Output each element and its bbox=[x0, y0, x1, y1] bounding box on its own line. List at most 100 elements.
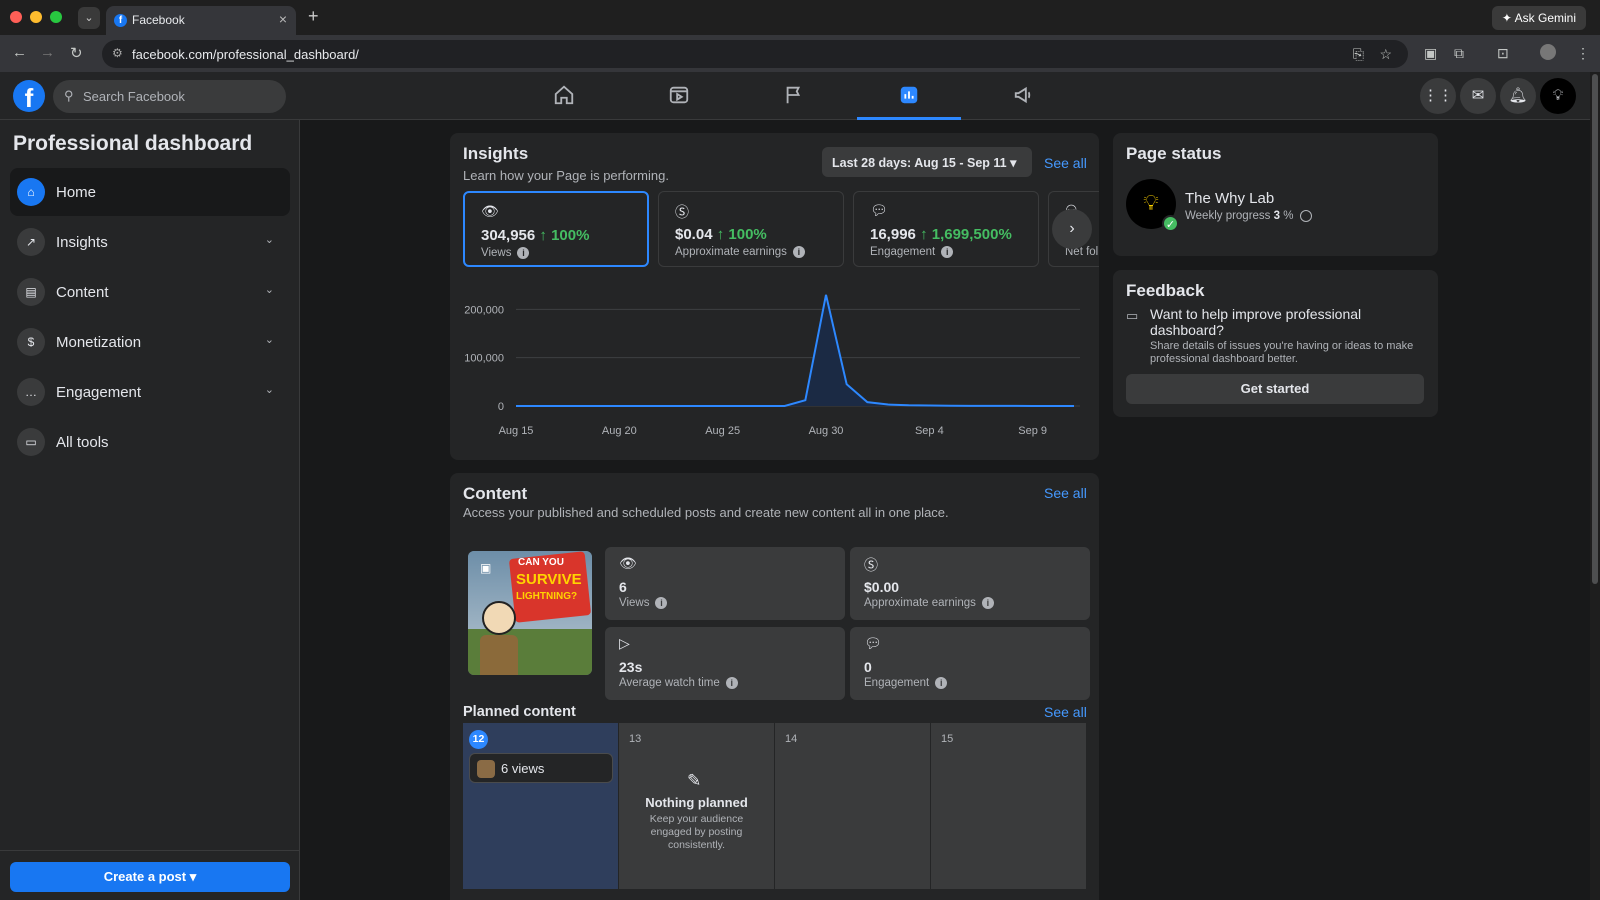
back-icon[interactable]: ← bbox=[12, 44, 27, 61]
post-thumbnail-icon bbox=[477, 760, 495, 778]
content-engagement-tile: 💬︎ 0 Engagement i bbox=[850, 627, 1090, 700]
info-icon[interactable]: i bbox=[725, 677, 738, 689]
weekly-progress-label: Weekly progress bbox=[1185, 210, 1271, 223]
close-window-button[interactable] bbox=[10, 11, 22, 23]
page-status-card: Page status 💡︎ ✓ The Why Lab Weekly prog… bbox=[1113, 133, 1438, 256]
chevron-down-icon: ⌄ bbox=[264, 234, 274, 246]
page-scrollbar-thumb[interactable] bbox=[1592, 74, 1598, 584]
feedback-card: Feedback ▭ Want to help improve professi… bbox=[1113, 270, 1438, 417]
install-app-icon[interactable]: ⎘ bbox=[1353, 46, 1364, 63]
metric-engagement-card[interactable]: 💬︎ 16,996 ↑ 1,699,500% Engagement i bbox=[853, 191, 1039, 267]
thumbnail-text: LIGHTNING? bbox=[516, 591, 578, 602]
ask-gemini-button[interactable]: ✦ Ask Gemini bbox=[1491, 6, 1586, 30]
browser-tab-facebook[interactable]: f Facebook × bbox=[106, 6, 296, 35]
extensions-puzzle-icon[interactable]: ⧉ bbox=[1454, 45, 1464, 62]
tile-label: Views bbox=[619, 597, 650, 610]
get-started-button[interactable]: Get started bbox=[1126, 374, 1424, 404]
content-title: Content bbox=[463, 484, 528, 503]
chevron-right-icon: › bbox=[1069, 220, 1075, 237]
minimize-window-button[interactable] bbox=[30, 11, 42, 23]
info-icon[interactable]: i bbox=[517, 247, 530, 259]
planned-day-15[interactable]: 15 bbox=[931, 723, 1086, 889]
thumbnail-text: CAN YOU bbox=[518, 557, 564, 568]
chat-icon: 💬︎ bbox=[870, 202, 888, 218]
content-earnings-tile: Ⓢ $0.00 Approximate earnings i bbox=[850, 547, 1090, 620]
tile-label: Average watch time bbox=[619, 677, 720, 690]
nav-ads-megaphone-icon[interactable] bbox=[972, 72, 1076, 120]
metric-views-card[interactable]: 👁︎ 304,956 ↑ 100% Views i bbox=[463, 191, 649, 267]
close-tab-icon[interactable]: × bbox=[279, 11, 287, 27]
page-scrollbar-track[interactable] bbox=[1590, 72, 1600, 900]
sidebar-item-label: Monetization bbox=[56, 334, 142, 351]
planned-day-12[interactable]: 12 6 views bbox=[463, 723, 618, 889]
tile-label: Approximate earnings bbox=[864, 597, 976, 610]
sidebar-item-all-tools[interactable]: ▭ All tools bbox=[10, 418, 290, 466]
facebook-logo-icon[interactable]: f bbox=[13, 80, 45, 113]
profile-avatar-icon[interactable] bbox=[1540, 44, 1556, 60]
feedback-heading: Want to help improve professional dashbo… bbox=[1150, 306, 1362, 338]
ask-gemini-label: Ask Gemini bbox=[1514, 11, 1576, 25]
thumbnail-character-body bbox=[480, 635, 518, 675]
info-icon[interactable]: i bbox=[655, 597, 668, 609]
series-line bbox=[516, 294, 1074, 407]
screenshot-icon[interactable]: ⊡ bbox=[1497, 45, 1509, 62]
planned-see-all-link[interactable]: See all bbox=[1044, 704, 1087, 720]
tile-value: 0 bbox=[864, 659, 872, 675]
next-metrics-button[interactable]: › bbox=[1052, 209, 1092, 249]
notifications-bell-icon[interactable]: 🔔︎ bbox=[1500, 78, 1536, 114]
nav-dashboard-icon[interactable] bbox=[857, 72, 961, 120]
nothing-planned-text: Keep your audience engaged by posting co… bbox=[649, 813, 744, 851]
y-tick-label: 0 bbox=[498, 401, 504, 413]
reel-icon: ▣ bbox=[480, 561, 492, 575]
sidebar-item-content[interactable]: ▤ Content ⌄ bbox=[10, 268, 290, 316]
bookmark-star-icon[interactable]: ☆ bbox=[1379, 46, 1392, 63]
y-tick-label: 100,000 bbox=[464, 353, 504, 365]
sidebar-item-home[interactable]: ⌂ Home bbox=[10, 168, 290, 216]
forward-icon[interactable]: → bbox=[40, 44, 55, 61]
metric-earnings-card[interactable]: Ⓢ $0.04 ↑ 100% Approximate earnings i bbox=[658, 191, 844, 267]
tile-value: 23s bbox=[619, 659, 643, 675]
nav-home-icon[interactable] bbox=[512, 72, 616, 120]
menu-grid-icon[interactable]: ⋮⋮ bbox=[1420, 78, 1456, 114]
address-bar[interactable]: ⚙ facebook.com/professional_dashboard/ ⎘… bbox=[102, 40, 1408, 68]
create-post-button[interactable]: Create a post ▾ bbox=[10, 862, 290, 892]
chevron-down-icon: ⌄ bbox=[264, 384, 274, 396]
site-settings-icon[interactable]: ⚙ bbox=[112, 46, 123, 60]
new-tab-icon[interactable]: + bbox=[308, 6, 319, 27]
planned-day-14[interactable]: 14 bbox=[775, 723, 930, 889]
page-name[interactable]: The Why Lab bbox=[1185, 190, 1274, 207]
info-icon[interactable]: i bbox=[941, 246, 954, 258]
sidebar-item-label: Content bbox=[56, 284, 109, 301]
post-thumbnail[interactable]: CAN YOU SURVIVE LIGHTNING? ▣ bbox=[468, 551, 592, 675]
sidebar: Professional dashboard ⌂ Home ↗ Insights… bbox=[0, 120, 300, 900]
planned-day-13[interactable]: 13 ✎ Nothing planned Keep your audience … bbox=[619, 723, 774, 889]
search-input[interactable]: ⚲ Search Facebook bbox=[53, 80, 286, 113]
weekly-progress: Weekly progress 3 % bbox=[1185, 210, 1312, 222]
nav-pages-flag-icon[interactable] bbox=[742, 72, 846, 120]
info-icon[interactable]: i bbox=[981, 597, 994, 609]
nav-video-icon[interactable] bbox=[627, 72, 731, 120]
info-icon[interactable]: i bbox=[792, 246, 805, 258]
account-avatar[interactable]: 💡︎ bbox=[1540, 78, 1576, 114]
reload-icon[interactable]: ↻ bbox=[70, 44, 83, 62]
tab-search-icon[interactable]: ⌄ bbox=[78, 7, 100, 29]
browser-menu-icon[interactable]: ⋮ bbox=[1576, 45, 1590, 62]
content-see-all-link[interactable]: See all bbox=[1044, 485, 1087, 501]
sidebar-item-insights[interactable]: ↗ Insights ⌄ bbox=[10, 218, 290, 266]
sparkle-icon: ✦ bbox=[1501, 11, 1515, 25]
info-icon[interactable]: i bbox=[935, 677, 948, 689]
feedback-title: Feedback bbox=[1126, 281, 1205, 300]
insights-see-all-link[interactable]: See all bbox=[1044, 155, 1087, 171]
sidebar-item-engagement[interactable]: … Engagement ⌄ bbox=[10, 368, 290, 416]
maximize-window-button[interactable] bbox=[50, 11, 62, 23]
date-range-dropdown[interactable]: Last 28 days: Aug 15 - Sep 11 ▾ bbox=[822, 147, 1032, 177]
day-number: 13 bbox=[629, 733, 642, 745]
extension-icon[interactable]: ▣ bbox=[1424, 45, 1437, 62]
insights-title: Insights bbox=[463, 144, 529, 163]
dollar-icon: Ⓢ bbox=[864, 557, 878, 573]
sidebar-item-monetization[interactable]: $ Monetization ⌄ bbox=[10, 318, 290, 366]
planned-post-item[interactable]: 6 views bbox=[469, 753, 613, 783]
insights-card: Insights Learn how your Page is performi… bbox=[450, 133, 1099, 460]
messenger-icon[interactable]: ✉ bbox=[1460, 78, 1496, 114]
edit-compose-icon: ✎ bbox=[687, 771, 702, 790]
